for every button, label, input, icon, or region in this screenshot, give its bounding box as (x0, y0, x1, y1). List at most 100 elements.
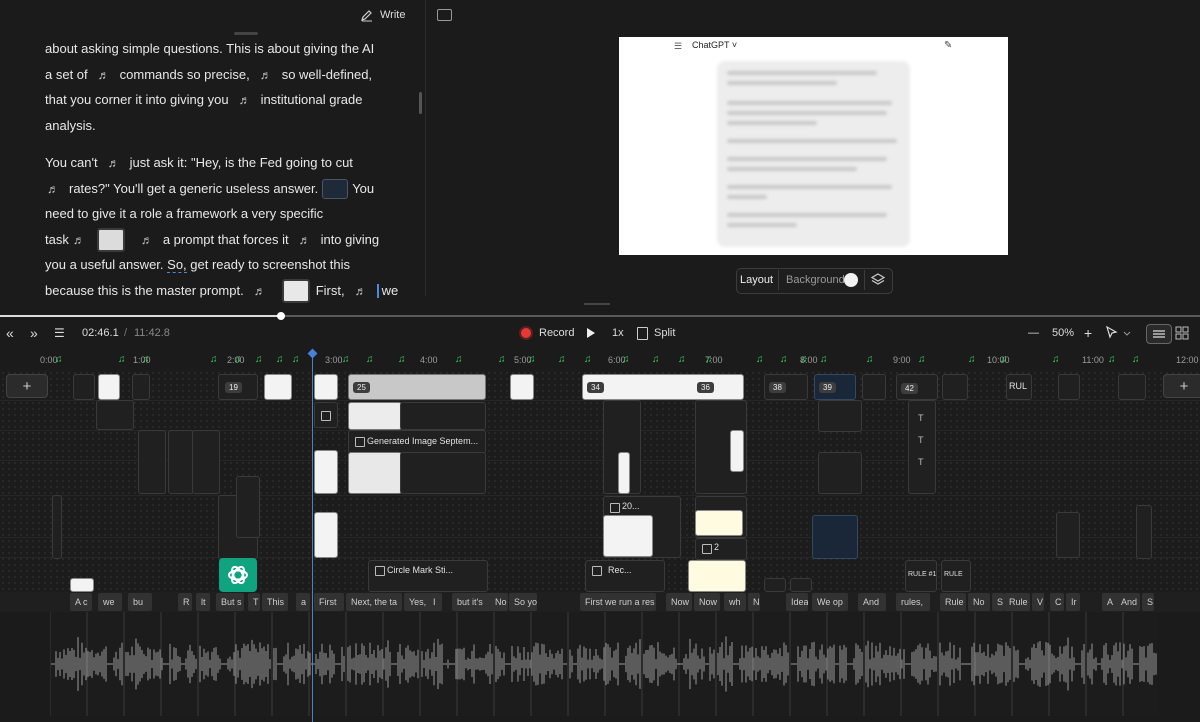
circle-clip[interactable] (818, 452, 862, 494)
video-clip[interactable] (1118, 374, 1146, 400)
clip-34[interactable]: 34 36 (582, 374, 744, 400)
transcript-paragraph-1[interactable]: about asking simple questions. This is a… (45, 36, 390, 138)
caption-chip[interactable]: lt (196, 593, 210, 611)
forward-button[interactable]: » (30, 322, 38, 344)
video-clip[interactable] (192, 430, 220, 494)
rec-clip[interactable]: Rec... (585, 560, 665, 592)
music-marker-icon[interactable]: ♫ (652, 354, 660, 365)
chapters-icon[interactable]: ☰ (54, 322, 65, 344)
video-clip[interactable] (942, 374, 968, 400)
caption-chip[interactable]: C (1050, 593, 1064, 611)
chatgpt-logo-clip[interactable] (219, 558, 257, 592)
music-marker-icon[interactable]: ♫ (398, 354, 406, 365)
zoom-in-button[interactable]: + (1084, 322, 1092, 344)
layout-button[interactable]: Layout (740, 271, 773, 289)
music-marker-icon[interactable]: ♫ (800, 354, 808, 365)
generated-image-clip[interactable]: Generated Image Septem... (348, 430, 486, 454)
image-clip[interactable] (314, 512, 338, 558)
music-marker-icon[interactable]: ♫ (234, 354, 242, 365)
playhead[interactable] (312, 352, 313, 722)
split-button[interactable]: Split (637, 322, 675, 344)
music-marker-icon[interactable]: ♫ (1108, 354, 1116, 365)
video-clip[interactable] (73, 374, 95, 400)
caption-chip[interactable]: a (296, 593, 310, 611)
caption-chip[interactable]: R (178, 593, 192, 611)
clip-39[interactable]: 39 (814, 374, 856, 400)
music-marker-icon[interactable]: ♫ (142, 354, 150, 365)
music-marker-icon[interactable]: ♫ (276, 354, 284, 365)
clip-38[interactable]: 38 (764, 374, 808, 400)
video-clip[interactable] (314, 402, 338, 428)
clip-thumbnail[interactable] (281, 279, 310, 304)
resize-handle[interactable] (584, 303, 610, 305)
music-marker-icon[interactable]: ♫ (455, 354, 463, 365)
music-marker-icon[interactable]: ♫ (968, 354, 976, 365)
caption-chip[interactable]: wh (724, 593, 746, 611)
write-button[interactable]: Write (360, 6, 405, 24)
caption-chip[interactable]: but it's (452, 593, 492, 611)
music-marker-icon[interactable]: ♫ (705, 354, 713, 365)
music-marker-icon[interactable]: ♫ (1052, 354, 1060, 365)
music-marker-icon[interactable]: ♫ (1000, 354, 1008, 365)
caption-chip[interactable]: We op (812, 593, 848, 611)
video-clip[interactable] (96, 400, 134, 430)
image-clip[interactable] (70, 578, 94, 592)
music-marker-icon[interactable]: ♫ (1132, 354, 1140, 365)
caption-chip[interactable]: S (1142, 593, 1154, 611)
record-button[interactable]: Record (521, 322, 574, 344)
caption-chip[interactable]: V (1032, 593, 1044, 611)
image-clip[interactable] (400, 452, 486, 494)
select-tool-button[interactable] (1104, 322, 1132, 344)
music-marker-icon[interactable]: ♫ (292, 354, 300, 365)
caption-chip[interactable]: Ir (1066, 593, 1080, 611)
clip-25[interactable]: 25 (348, 374, 486, 400)
highlighted-doc-clip[interactable] (688, 560, 746, 592)
rewind-button[interactable]: « (6, 322, 14, 344)
video-clip[interactable] (132, 374, 150, 400)
image-clip[interactable] (314, 374, 338, 400)
caption-chip[interactable]: This (262, 593, 288, 611)
image-clip[interactable] (348, 452, 402, 494)
caption-chip[interactable]: I (428, 593, 442, 611)
video-clip[interactable] (764, 578, 786, 592)
music-marker-icon[interactable]: ♫ (528, 354, 536, 365)
music-marker-icon[interactable]: ♫ (118, 354, 126, 365)
music-marker-icon[interactable]: ♫ (756, 354, 764, 365)
video-clip[interactable]: RUL (1006, 374, 1032, 400)
text-clip[interactable]: T T T (908, 400, 936, 494)
image-clip[interactable] (603, 515, 653, 557)
video-clip[interactable] (236, 476, 260, 538)
music-marker-icon[interactable]: ♫ (498, 354, 506, 365)
highlighted-doc-clip[interactable] (695, 510, 743, 536)
caption-chip[interactable]: rules, (896, 593, 930, 611)
caption-chip[interactable]: No (490, 593, 508, 611)
music-marker-icon[interactable]: ♫ (780, 354, 788, 365)
clip-thumbnail[interactable] (96, 228, 125, 253)
caption-chip[interactable]: And (858, 593, 886, 611)
video-clip[interactable] (1058, 374, 1080, 400)
caption-chip[interactable]: bu (128, 593, 152, 611)
caption-chip[interactable]: we (98, 593, 122, 611)
music-marker-icon[interactable]: ♫ (342, 354, 350, 365)
music-marker-icon[interactable]: ♫ (622, 354, 630, 365)
music-marker-icon[interactable]: ♫ (210, 354, 218, 365)
music-marker-icon[interactable]: ♫ (820, 354, 828, 365)
caption-chip[interactable]: And (1116, 593, 1140, 611)
music-marker-icon[interactable]: ♫ (584, 354, 592, 365)
music-marker-icon[interactable]: ♫ (255, 354, 263, 365)
caption-chip[interactable]: S (992, 593, 1004, 611)
video-clip[interactable] (138, 430, 166, 494)
zoom-out-button[interactable]: — (1028, 322, 1039, 344)
caption-chip[interactable]: First (314, 593, 344, 611)
music-marker-icon[interactable]: ♫ (918, 354, 926, 365)
video-clip[interactable] (1136, 505, 1152, 559)
rule-clip[interactable]: RULE (941, 560, 971, 592)
circle-mark-sticker-clip[interactable]: Circle Mark Sti... (368, 560, 488, 592)
image-clip[interactable] (400, 402, 486, 430)
caption-chip[interactable]: Rule (940, 593, 966, 611)
timeline-ruler[interactable] (0, 350, 1200, 370)
timeline-view-button[interactable] (1146, 324, 1172, 344)
rule-clip[interactable]: RULE #1 (905, 560, 937, 592)
clip-42[interactable]: 42 (896, 374, 938, 400)
add-track-end-button[interactable]: + (1163, 374, 1200, 398)
